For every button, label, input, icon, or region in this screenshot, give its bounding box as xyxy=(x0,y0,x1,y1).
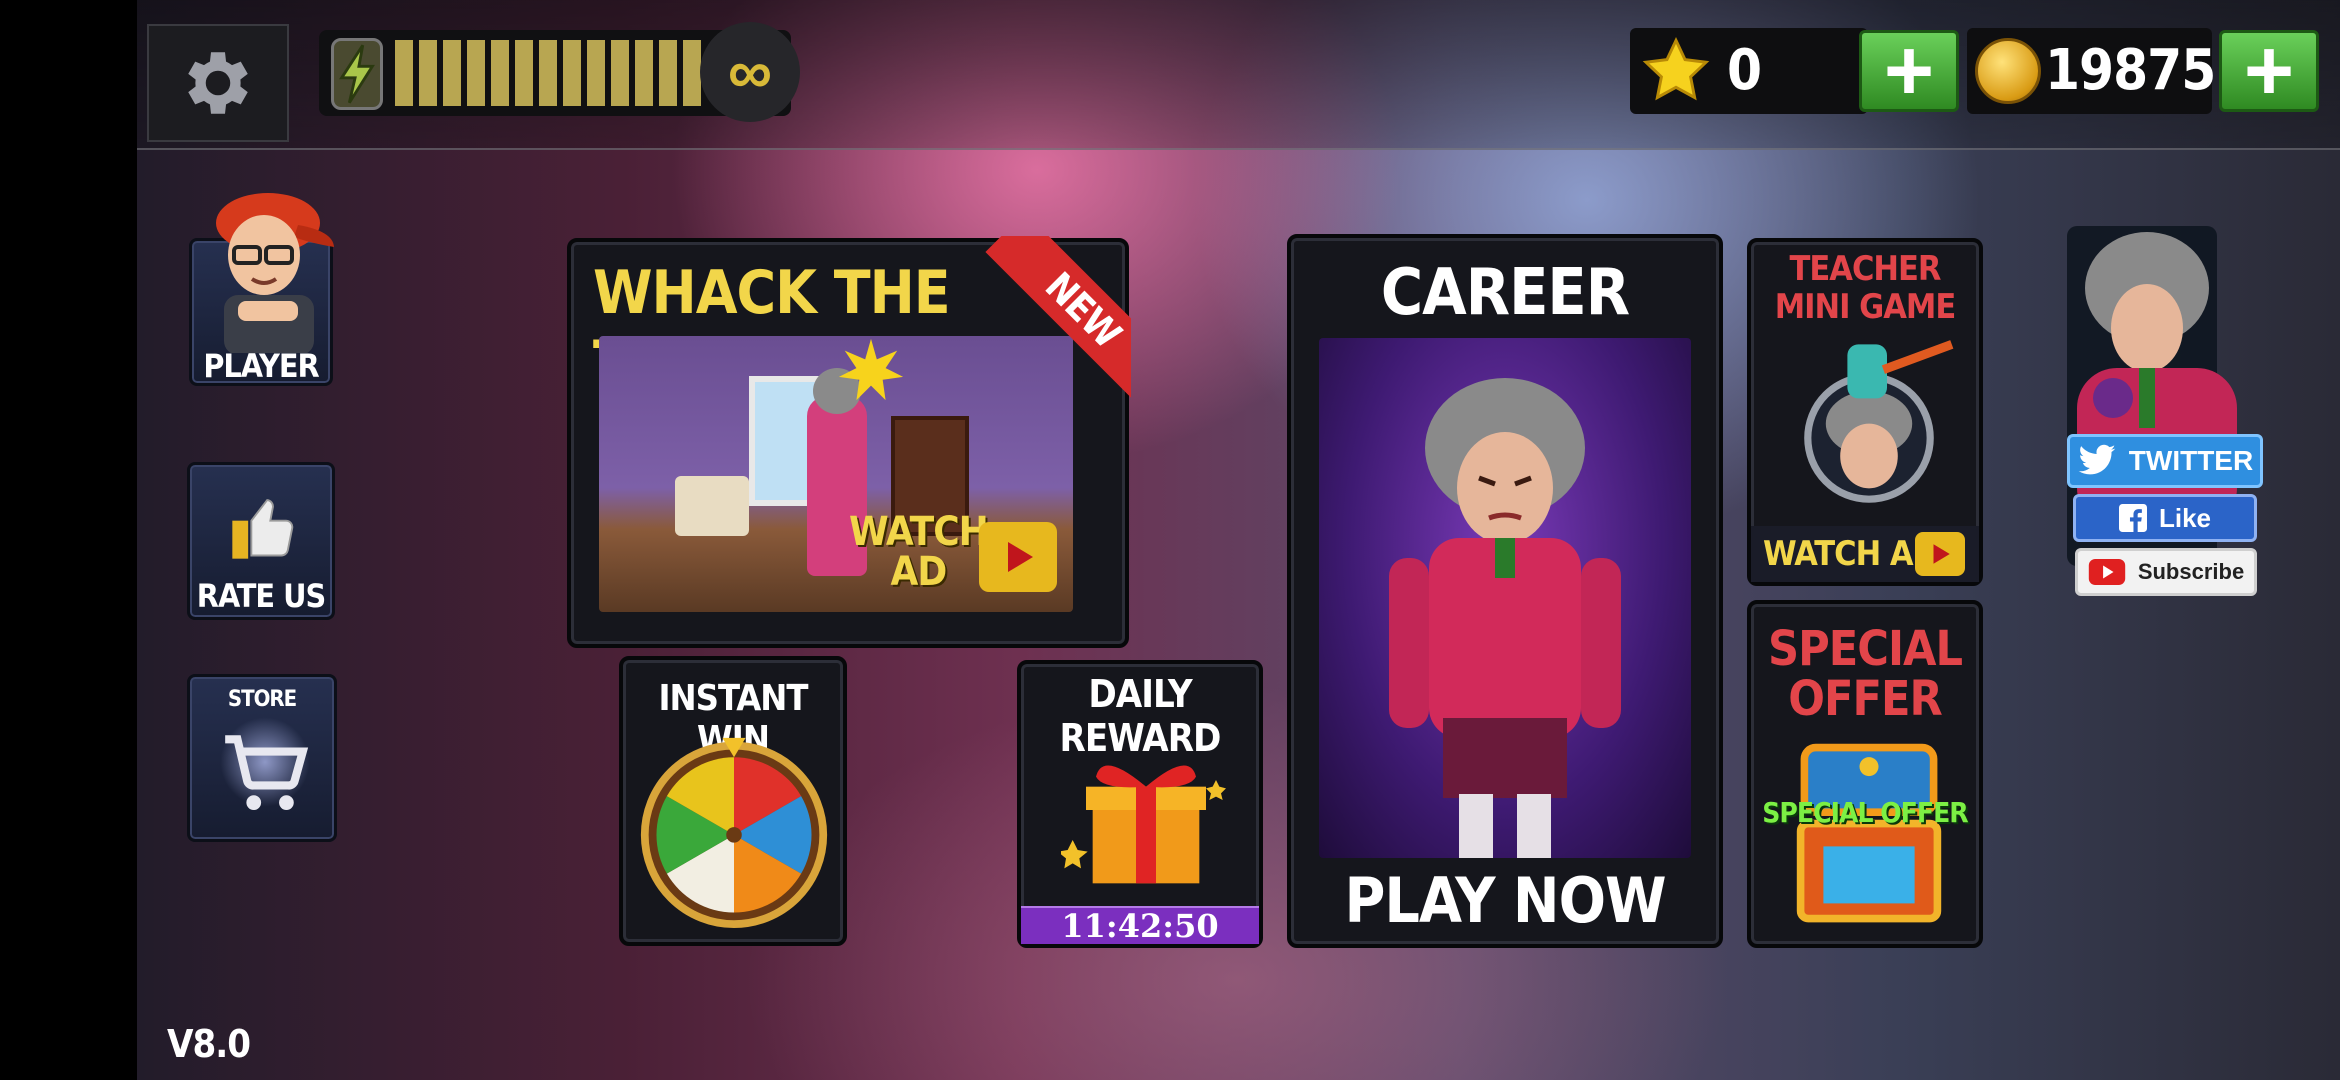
facebook-like-button[interactable]: Like xyxy=(2073,494,2257,542)
energy-segment xyxy=(491,40,509,106)
twitter-button[interactable]: TWITTER xyxy=(2067,434,2263,488)
energy-segment xyxy=(515,40,533,106)
thumbs-up-icon xyxy=(232,499,294,559)
daily-reward-card[interactable]: DAILY REWARD 11:42:50 xyxy=(1017,660,1263,948)
mini-game-watch-ad-label: WATCH AD xyxy=(1763,534,1938,574)
coin-count: 19875 xyxy=(2045,38,2216,103)
special-offer-chest-label: SPECIAL OFFER xyxy=(1762,796,1968,829)
impact-star-icon xyxy=(838,338,904,401)
whack-watch-line1: WATCH xyxy=(849,509,989,555)
coin-icon xyxy=(1975,38,2041,104)
energy-segment xyxy=(467,40,485,106)
prize-wheel-icon xyxy=(640,737,828,928)
teacher-mini-game-card[interactable]: TEACHER MINI GAME WATCH AD xyxy=(1747,238,1983,586)
new-ribbon-label: NEW xyxy=(985,236,1131,406)
store-label: STORE xyxy=(227,687,297,712)
add-coins-button[interactable]: + xyxy=(2219,23,2319,119)
video-play-icon xyxy=(1915,532,1965,576)
energy-segment xyxy=(443,40,461,106)
mini-game-watch-ad: WATCH AD xyxy=(1751,526,1979,582)
treasure-chest-icon xyxy=(1796,743,1942,923)
energy-segment xyxy=(539,40,557,106)
energy-segment xyxy=(563,40,581,106)
special-offer-title: SPECIAL OFFER xyxy=(1751,624,1979,724)
player-button[interactable]: PLAYER xyxy=(189,193,334,386)
mini-game-title: TEACHER MINI GAME xyxy=(1751,250,1979,326)
gift-box-icon xyxy=(1061,765,1226,884)
infinity-icon: ∞ xyxy=(700,22,800,122)
plus-icon: + xyxy=(2243,23,2295,119)
video-play-icon xyxy=(979,522,1057,592)
instant-win-card[interactable]: INSTANT WIN xyxy=(619,656,847,946)
energy-segment xyxy=(395,40,413,106)
player-label: PLAYER xyxy=(203,347,319,385)
energy-segment xyxy=(659,40,677,106)
twitter-label: TWITTER xyxy=(2128,445,2254,476)
lightning-icon xyxy=(331,38,383,110)
facebook-label: Like xyxy=(2158,502,2212,533)
special-offer-title-line2: OFFER xyxy=(1788,671,1942,727)
mini-game-title-line1: TEACHER xyxy=(1789,249,1942,289)
version-label: V8.0 xyxy=(167,1022,251,1066)
facebook-icon xyxy=(2118,504,2147,532)
rate-us-label: RATE US xyxy=(196,577,326,615)
game-main-menu: ∞ 0 + 19875 + PLAYER RATE US STORE WHACK… xyxy=(137,0,2340,1080)
whack-the-teacher-card[interactable]: WHACK THE TEACHER WATCH AD NEW xyxy=(567,236,1131,648)
player-avatar xyxy=(216,193,334,353)
daily-reward-timer: 11:42:50 xyxy=(1021,906,1259,944)
gear-icon xyxy=(188,52,248,114)
special-offer-card[interactable]: SPECIAL OFFER SPECIAL OFFER xyxy=(1747,600,1983,948)
youtube-label: Subscribe xyxy=(2137,559,2245,584)
whack-watch-line2: AD xyxy=(890,549,948,595)
energy-segment xyxy=(587,40,605,106)
career-mode-card[interactable]: CAREER MODE PLAY NOW xyxy=(1287,234,1723,948)
play-now-button[interactable]: PLAY NOW xyxy=(1291,864,1719,937)
twitter-bird-icon xyxy=(2078,444,2116,475)
add-stars-button[interactable]: + xyxy=(1859,23,1959,119)
energy-segment xyxy=(683,40,701,106)
whack-watch-ad-text: WATCH AD xyxy=(849,509,989,595)
star-icon xyxy=(1642,36,1710,101)
energy-segment xyxy=(611,40,629,106)
star-count: 0 xyxy=(1727,38,1762,103)
settings-button[interactable] xyxy=(147,24,289,142)
energy-segment xyxy=(419,40,437,106)
cart-icon xyxy=(225,735,309,810)
plus-icon: + xyxy=(1883,23,1935,119)
hammer-teacher-icon xyxy=(1804,340,1954,503)
new-ribbon: NEW xyxy=(961,236,1131,406)
energy-bars xyxy=(395,40,701,106)
rate-us-button[interactable]: RATE US xyxy=(187,462,335,620)
youtube-icon xyxy=(2088,559,2126,585)
store-button[interactable]: STORE xyxy=(187,674,337,842)
special-offer-title-line1: SPECIAL xyxy=(1768,621,1963,677)
career-teacher-image xyxy=(1319,338,1691,858)
energy-segment xyxy=(635,40,653,106)
mini-game-title-line2: MINI GAME xyxy=(1774,287,1957,327)
youtube-subscribe-button[interactable]: Subscribe xyxy=(2075,548,2257,596)
